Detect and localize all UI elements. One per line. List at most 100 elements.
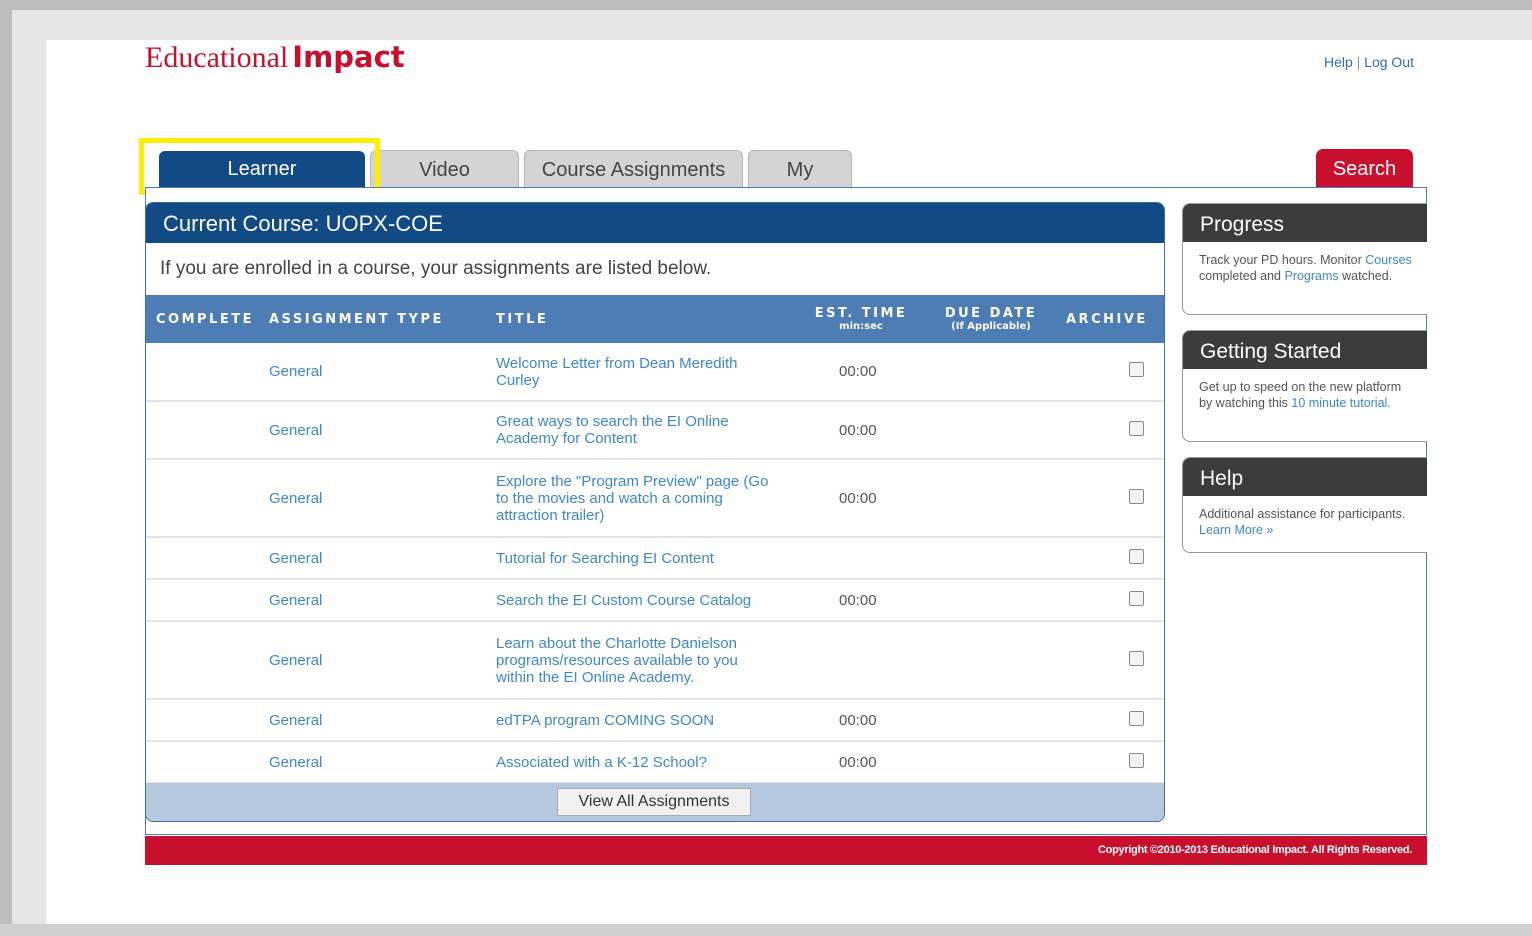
logout-link[interactable]: Log Out xyxy=(1364,54,1414,70)
complete-cell xyxy=(146,343,269,402)
col-archive: ARCHIVE xyxy=(1066,311,1148,327)
learn-more-link[interactable]: Learn More » xyxy=(1199,523,1273,537)
est-time-value: 00:00 xyxy=(806,459,936,538)
assignment-title-link[interactable]: Tutorial for Searching EI Content xyxy=(496,550,714,567)
top-links-separator: | xyxy=(1352,54,1365,70)
due-date-cell xyxy=(936,579,1066,622)
est-time-value: 00:00 xyxy=(806,579,936,622)
search-button[interactable]: Search xyxy=(1316,149,1413,188)
table-row: General Great ways to search the EI Onli… xyxy=(146,401,1164,460)
assignment-title-link[interactable]: edTPA program COMING SOON xyxy=(496,712,714,729)
assignment-title-link[interactable]: Welcome Letter from Dean Meredith Curley xyxy=(496,355,738,389)
col-due-date: DUE DATE (If Applicable) xyxy=(936,295,1066,343)
brand-word-educational: Educational xyxy=(145,41,289,74)
getting-started-title: Getting Started xyxy=(1183,331,1427,369)
help-text-part: Additional assistance for participants. xyxy=(1199,507,1406,521)
col-est-time-label: EST. TIME xyxy=(814,306,908,321)
assignment-type-link[interactable]: General xyxy=(269,754,322,771)
archive-checkbox[interactable] xyxy=(1129,650,1144,666)
table-row: General Welcome Letter from Dean Meredit… xyxy=(146,343,1164,402)
assignment-type-link[interactable]: General xyxy=(269,652,322,669)
due-date-cell xyxy=(936,343,1066,402)
table-row: General Search the EI Custom Course Cata… xyxy=(146,579,1164,622)
assignment-type-link[interactable]: General xyxy=(269,550,322,567)
col-est-time-unit: min:sec xyxy=(839,321,883,332)
assignment-title-link[interactable]: Learn about the Charlotte Danielson prog… xyxy=(496,635,738,686)
due-date-cell xyxy=(936,537,1066,580)
due-date-cell xyxy=(936,741,1066,784)
assignments-panel-footer: View All Assignments xyxy=(146,783,1164,821)
complete-cell xyxy=(146,579,269,622)
progress-box: Progress Track your PD hours. Monitor Co… xyxy=(1182,203,1427,315)
progress-text-part: Track your PD hours. Monitor xyxy=(1199,253,1366,267)
tab-my-plan[interactable]: My Plan xyxy=(748,150,852,219)
col-est-time: EST. TIME min:sec xyxy=(806,295,936,343)
est-time-value xyxy=(806,621,936,700)
table-row: General Tutorial for Searching EI Conten… xyxy=(146,537,1164,580)
assignment-type-link[interactable]: General xyxy=(269,363,322,380)
tab-course-assignments[interactable]: Course Assignments xyxy=(524,150,743,188)
complete-cell xyxy=(146,699,269,742)
complete-cell xyxy=(146,401,269,460)
courses-link[interactable]: Courses xyxy=(1365,253,1412,267)
assignment-type-link[interactable]: General xyxy=(269,490,322,507)
copyright-text: Copyright ©2010-2013 Educational Impact.… xyxy=(1098,844,1412,856)
current-course-heading: Current Course: UOPX-COE xyxy=(146,203,1164,243)
due-date-cell xyxy=(936,699,1066,742)
table-header-row: COMPLETE ASSIGNMENT TYPE TITLE EST. TIME… xyxy=(146,295,1164,343)
due-date-cell xyxy=(936,621,1066,700)
programs-link[interactable]: Programs xyxy=(1284,269,1338,283)
help-box: Help Additional assistance for participa… xyxy=(1182,457,1427,553)
tutorial-link[interactable]: 10 minute tutorial. xyxy=(1291,396,1390,410)
assignment-title-link[interactable]: Associated with a K-12 School? xyxy=(496,754,707,771)
progress-text: Track your PD hours. Monitor Courses com… xyxy=(1183,242,1427,284)
help-text: Additional assistance for participants. … xyxy=(1183,496,1427,538)
progress-title: Progress xyxy=(1183,204,1427,242)
help-link[interactable]: Help xyxy=(1324,54,1353,70)
table-row: General Explore the "Program Preview" pa… xyxy=(146,459,1164,538)
est-time-value: 00:00 xyxy=(806,401,936,460)
col-complete: COMPLETE xyxy=(156,311,254,327)
getting-started-box: Getting Started Get up to speed on the n… xyxy=(1182,330,1427,442)
assignment-title-link[interactable]: Explore the "Program Preview" page (Go t… xyxy=(496,473,768,524)
archive-checkbox[interactable] xyxy=(1129,590,1144,606)
assignment-type-link[interactable]: General xyxy=(269,712,322,729)
due-date-cell xyxy=(936,459,1066,538)
assignment-type-link[interactable]: General xyxy=(269,592,322,609)
window-bottom-edge xyxy=(0,924,1532,936)
help-title: Help xyxy=(1183,458,1427,496)
progress-text-part: watched. xyxy=(1338,269,1393,283)
complete-cell xyxy=(146,537,269,580)
complete-cell xyxy=(146,459,269,538)
assignments-panel: Current Course: UOPX-COE If you are enro… xyxy=(145,202,1165,822)
complete-cell xyxy=(146,741,269,784)
archive-checkbox[interactable] xyxy=(1129,420,1144,436)
col-due-date-note: (If Applicable) xyxy=(951,321,1031,332)
archive-checkbox[interactable] xyxy=(1129,362,1144,377)
footer-bar: Copyright ©2010-2013 Educational Impact.… xyxy=(145,836,1427,865)
assignment-title-link[interactable]: Search the EI Custom Course Catalog xyxy=(496,592,751,609)
table-row: General Associated with a K-12 School? 0… xyxy=(146,741,1164,784)
assignments-table: COMPLETE ASSIGNMENT TYPE TITLE EST. TIME… xyxy=(146,295,1164,784)
archive-checkbox[interactable] xyxy=(1129,752,1144,768)
col-title: TITLE xyxy=(496,311,549,327)
col-assignment-type: ASSIGNMENT TYPE xyxy=(269,311,444,327)
est-time-value: 00:00 xyxy=(806,699,936,742)
view-all-assignments-button[interactable]: View All Assignments xyxy=(557,788,751,816)
complete-cell xyxy=(146,621,269,700)
progress-text-part: completed and xyxy=(1199,269,1285,283)
est-time-value: 00:00 xyxy=(806,741,936,784)
table-row: General edTPA program COMING SOON 00:00 xyxy=(146,699,1164,742)
archive-checkbox[interactable] xyxy=(1129,548,1144,564)
tab-video-library[interactable]: Video Library xyxy=(370,150,519,219)
assignment-type-link[interactable]: General xyxy=(269,422,322,439)
brand-logo[interactable]: Educational Impact xyxy=(145,40,405,75)
table-row: General Learn about the Charlotte Daniel… xyxy=(146,621,1164,700)
top-links: Help | Log Out xyxy=(1324,54,1414,70)
due-date-cell xyxy=(936,401,1066,460)
assignment-title-link[interactable]: Great ways to search the EI Online Acade… xyxy=(496,413,729,447)
col-due-date-label: DUE DATE xyxy=(944,306,1038,321)
archive-checkbox[interactable] xyxy=(1129,710,1144,726)
archive-checkbox[interactable] xyxy=(1129,488,1144,504)
brand-word-impact: Impact xyxy=(292,40,405,74)
